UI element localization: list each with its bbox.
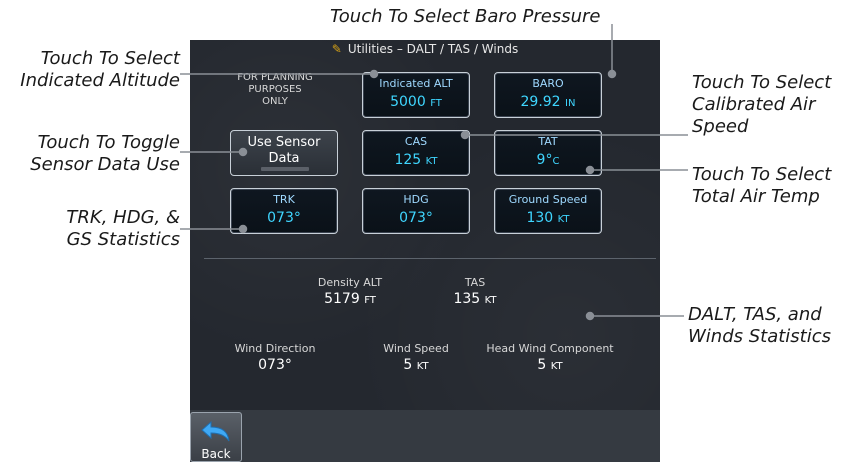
leader-tat-dot xyxy=(585,165,595,175)
leader-baro-dot xyxy=(607,69,617,79)
leader-altitude-dot xyxy=(369,69,379,79)
leader-trk-dot xyxy=(238,224,248,234)
leader-dalt-dot xyxy=(585,311,595,321)
leader-cas-dot xyxy=(460,130,470,140)
leader-sensor-dot xyxy=(238,147,248,157)
callout-leader-lines xyxy=(180,24,688,321)
